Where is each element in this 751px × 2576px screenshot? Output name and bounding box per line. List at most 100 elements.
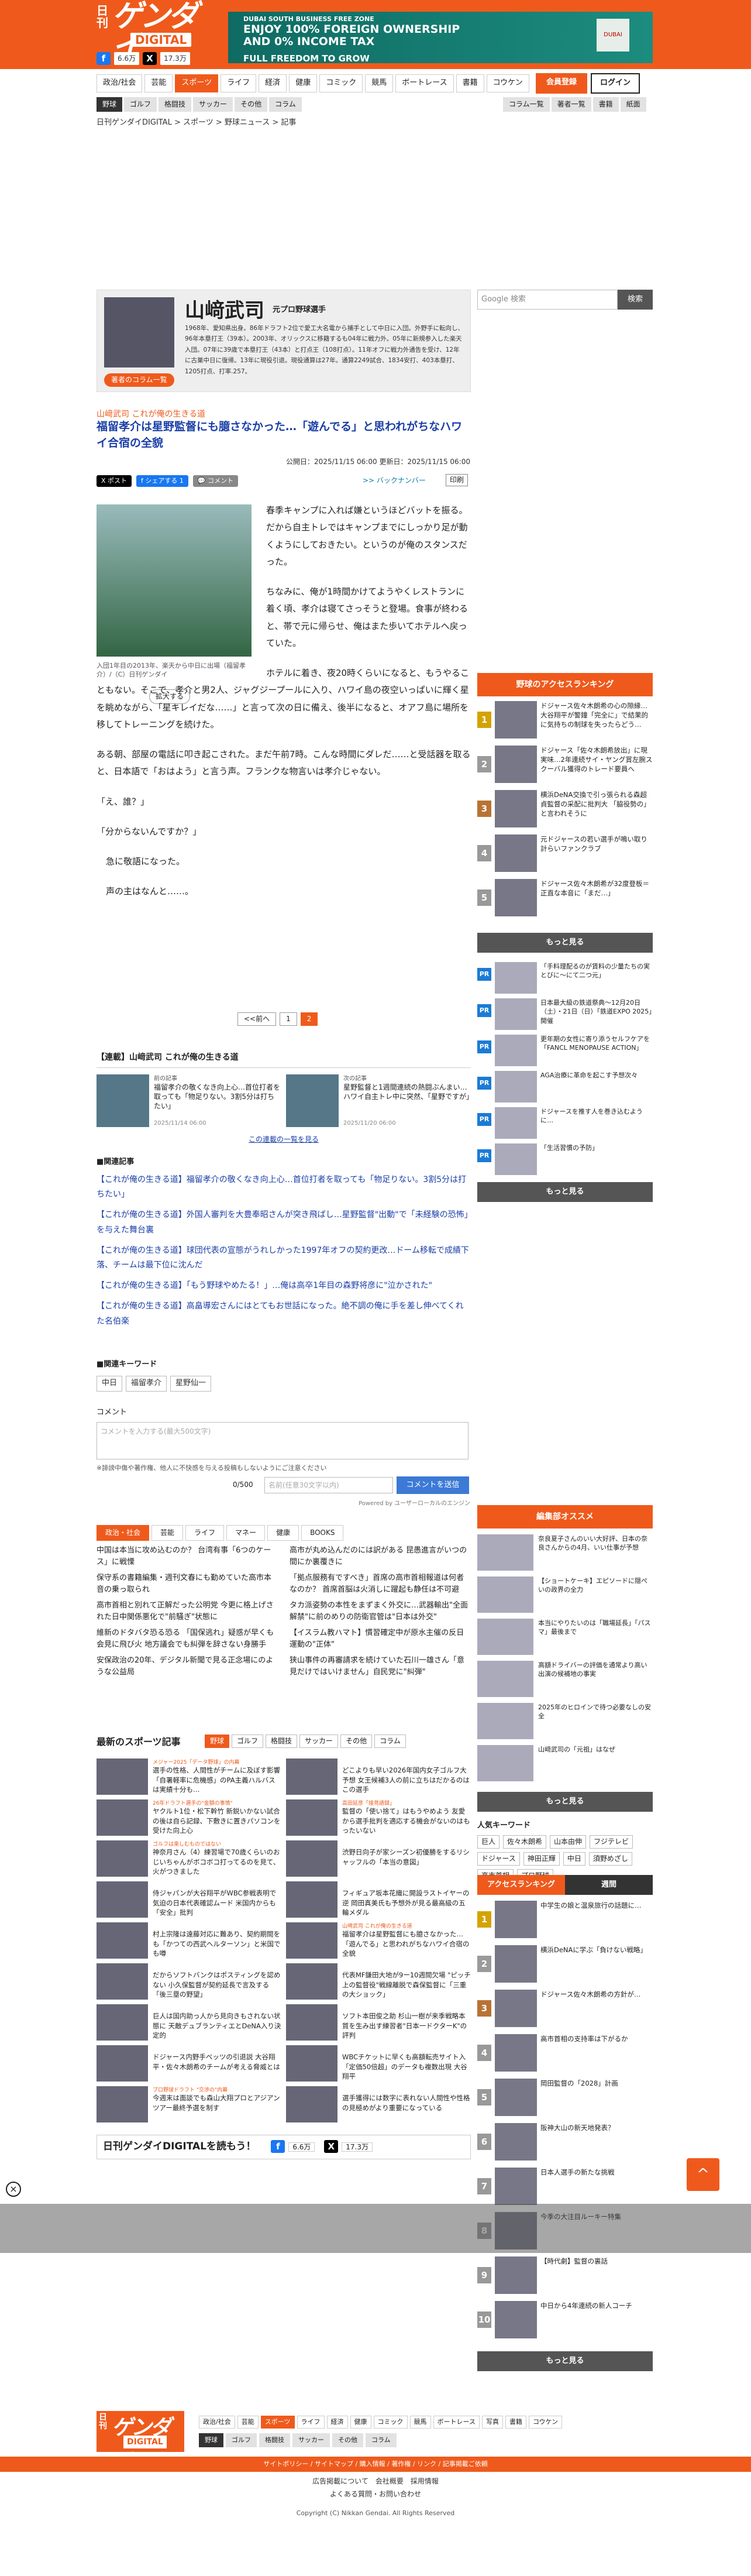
latest-article[interactable]: 26年ドラフト選手の"金額の事情" ヤクルト1位・松下幹竹 新鋭いかない試合の後は… xyxy=(97,1799,281,1838)
latest-article[interactable]: フィギュア坂本花織に開設ラストイヤーの逆 岡田真美氏も予想外が見る最高級の五輪メ… xyxy=(286,1881,471,1920)
nav-entertainment[interactable]: 芸能 xyxy=(144,74,173,92)
ad-banner[interactable]: DUBAI SOUTH BUSINESS FREE ZONE ENJOY 100… xyxy=(228,12,653,63)
latest-article[interactable]: 渋野日向子が家シーズン初優勝をするリシャッフルの「本当の意図」 xyxy=(286,1840,471,1879)
editor-pick-item[interactable]: 高額ドライバーの評価を通常より高い出演の候補地の事実 xyxy=(477,1661,653,1699)
footer-nav-item[interactable]: 経済 xyxy=(326,2416,348,2429)
footer-nav-item[interactable]: ライフ xyxy=(297,2416,325,2429)
keyword-tag[interactable]: 星野仙一 xyxy=(170,1376,212,1392)
category-link[interactable]: 中国は本当に攻め込むのか？ 台湾有事「6つのケース」に戦慄 xyxy=(97,1545,278,1568)
page-1[interactable]: 1 xyxy=(280,1012,297,1026)
site-logo[interactable]: 日刊 ゲンダイ DIGITAL xyxy=(97,1,208,62)
nav-health[interactable]: 健康 xyxy=(289,74,318,92)
latest-article[interactable]: WBCチケットに早くも高額転売サイト入 「定価50倍超」のデータも複数出現 大谷… xyxy=(286,2045,471,2084)
keyword-tag[interactable]: フジテレビ xyxy=(590,1835,633,1849)
nav-boatrace[interactable]: ボートレース xyxy=(395,74,454,92)
category-link[interactable]: 維新のドタバタ恐る恐る 「国保逃れ」疑惑が早くも会見に飛び火 地方議会でも糾弾を… xyxy=(97,1627,278,1650)
subnav-fighting[interactable]: 格闘技 xyxy=(159,97,192,112)
ranking-item[interactable]: 5 ドジャース佐々木朗希が32度登板＝正直な本音に「まだ…」 xyxy=(477,878,653,920)
related-link[interactable]: 【これが俺の生きる道】福留孝介の敬くなき向上心…首位打者を取っても「物足りない。… xyxy=(97,1173,471,1202)
x-icon[interactable]: X xyxy=(143,52,157,65)
paper-link[interactable]: 紙面 xyxy=(620,97,646,112)
nav-economy[interactable]: 経済 xyxy=(259,74,287,92)
cat-tab-politics[interactable]: 政治・社会 xyxy=(97,1525,150,1541)
category-link[interactable]: 【イスラム教ハマト】慣習確定中が原水主催の反日運動の"正体" xyxy=(290,1627,471,1650)
footer-subnav-item[interactable]: 格闘技 xyxy=(259,2433,290,2447)
ranking-item[interactable]: 9 【時代劇】監督の裏話 xyxy=(477,2255,653,2297)
latest-article[interactable]: プロ野球ドラフト "交渉の"内幕 今週末は面談でも森山大翔プロとアジアンツアー最終… xyxy=(97,2086,281,2125)
cat-tab-books[interactable]: BOOKS xyxy=(301,1525,344,1541)
keyword-tag[interactable]: 須野めざし xyxy=(588,1852,632,1866)
page-2[interactable]: 2 xyxy=(300,1012,318,1026)
ranking-item[interactable]: 4 元ドジャースの若い選手が鳴い取り計らいファンクラブ xyxy=(477,833,653,875)
comment-name-input[interactable]: 名前(任意30文字以内) xyxy=(264,1477,393,1493)
latest-article[interactable]: ゴルフは楽しむものではない 神奈月さん（4）練習場で70歳くらいのおじいちゃんがボ… xyxy=(97,1840,281,1879)
pr-item[interactable]: PR 日本最大級の鉄道祭典〜12月20日（土）・21日（日）「鉄道EXPO 202… xyxy=(477,998,653,1033)
latest-article[interactable]: 村上宗隆は遠藤対応に難あり、契約期間をも「かつての西武ヘルターソン」と米国でも噂 xyxy=(97,1922,281,1961)
latest-tab[interactable]: 格闘技 xyxy=(266,1734,298,1749)
footer-subnav-item[interactable]: その他 xyxy=(332,2433,363,2447)
keyword-tag[interactable]: ドジャース xyxy=(477,1852,520,1866)
footer-logo[interactable]: 日刊 ゲンダイ DIGITAL xyxy=(97,2411,184,2474)
latest-article[interactable]: 山﨑武司 これが俺の生きる道 福留孝介は星野監督にも臆さなかった…「遊んでる」と思… xyxy=(286,1922,471,1961)
ranking-item[interactable]: 10 中日から4年連続の新人コーチ xyxy=(477,2300,653,2342)
editor-pick-item[interactable]: 2025年のヒロインで待つ必要なしの安全 xyxy=(477,1703,653,1742)
subnav-soccer[interactable]: サッカー xyxy=(193,97,233,112)
comment-input[interactable]: コメントを入力する(最大500文字) xyxy=(97,1422,468,1459)
editor-pick-item[interactable]: 奈良夏子さんのいい大好評、日本の奈良さんからの4月、いい仕事が予想 xyxy=(477,1534,653,1573)
footer-nav-item[interactable]: 書籍 xyxy=(505,2416,526,2429)
latest-article[interactable]: 選手獲得には数字に表れない人間性や性格の見極めがより重要になっている xyxy=(286,2086,471,2125)
tab-weekly[interactable]: 週間 xyxy=(565,1875,653,1895)
latest-article[interactable]: だからソフトバンクはポスティングを認めない 小久保監督が契約延長で言及する「後三… xyxy=(97,1963,281,2002)
keyword-tag[interactable]: 佐々木朗希 xyxy=(503,1835,547,1849)
pr-item[interactable]: PR 「手料理配るのが賃料の少量たちの実とびに〜にて二つ元」 xyxy=(477,962,653,997)
footer-nav-item[interactable]: 芸能 xyxy=(237,2416,259,2429)
keyword-tag[interactable]: 巨人 xyxy=(477,1835,500,1849)
related-link[interactable]: 【これが俺の生きる道】球団代表の宣態がうれしかった1997年オフの契約更改…ドー… xyxy=(97,1244,471,1273)
nav-comic[interactable]: コミック xyxy=(319,74,363,92)
latest-article[interactable]: ソフト本田俊之助 杉山一樹が来季戦略本質を生み出す練習者"日本一ドクターK"の評… xyxy=(286,2004,471,2043)
latest-article[interactable]: 巨人は国内助っ人から見向きもされない状態に 天敵デュブランティエとDeNA入り決… xyxy=(97,2004,281,2043)
subnav-golf[interactable]: ゴルフ xyxy=(124,97,157,112)
latest-article[interactable]: 代表MF鎌田大地が9ー10週間欠場 "ピッチ上の監督役"戦線離脱で森保監督に「三… xyxy=(286,1963,471,2002)
latest-tab[interactable]: ゴルフ xyxy=(232,1734,264,1749)
footer-nav-item[interactable]: 競馬 xyxy=(409,2416,431,2429)
pr-item[interactable]: PR 「生活習慣の予防」 xyxy=(477,1143,653,1179)
keyword-tag[interactable]: 福留孝介 xyxy=(126,1376,167,1392)
more-button[interactable]: もっと見る xyxy=(477,933,653,953)
subnav-other[interactable]: その他 xyxy=(235,97,268,112)
ranking-item[interactable]: 1 ドジャース佐々木朗希の心の隙縁…大谷翔平が警鐘「完全に」で結果的に気持ちの制球… xyxy=(477,700,653,742)
ranking-item[interactable]: 3 横浜DeNA交換で引っ張られる森超貞監督の采配に批判大 「脇役勢の」と言われそ… xyxy=(477,789,653,831)
latest-article[interactable]: ドジャース内野手ベッツの引退説 大谷翔平・佐々木朗希のチームが考える脅威とは xyxy=(97,2045,281,2084)
footer-subnav-item[interactable]: サッカー xyxy=(292,2433,330,2447)
books-link[interactable]: 書籍 xyxy=(592,97,619,112)
category-link[interactable]: 高市が丸め込んだのには訳がある 昆愚進言がいつの間にか裏覆きに xyxy=(290,1545,471,1568)
ranking-item[interactable]: 7 日本人選手の新たな挑戦 xyxy=(477,2166,653,2209)
cat-tab-money[interactable]: マネー xyxy=(226,1525,266,1541)
footer-subnav-item[interactable]: 野球 xyxy=(199,2433,223,2447)
footer-nav-item[interactable]: スポーツ xyxy=(260,2416,295,2429)
series-prev[interactable]: 前の記事 福留孝介の敬くなき向上心…首位打者を取っても「物足りない。3割5分は打… xyxy=(97,1074,281,1127)
member-register-button[interactable]: 会員登録 xyxy=(536,73,588,94)
comment-button[interactable]: 💬 コメント xyxy=(192,475,239,487)
ranking-item[interactable]: 2 ドジャース「佐々木朗希放出」に現実味…2年連続サイ・ヤング賞左腕スクーバル獲得… xyxy=(477,744,653,786)
pr-item[interactable]: PR AGA治療に革命を起こす予想次々 xyxy=(477,1071,653,1106)
cat-tab-health[interactable]: 健康 xyxy=(267,1525,299,1541)
x-icon[interactable]: X xyxy=(324,2140,339,2153)
more-button[interactable]: もっと見る xyxy=(477,1792,653,1812)
latest-article[interactable]: メジャー2025「データ野球」の内幕 選手の性格、人間性がチームに及ぼす影響「自署… xyxy=(97,1758,281,1797)
footer-nav-item[interactable]: ボートレース xyxy=(433,2416,480,2429)
latest-tab[interactable]: コラム xyxy=(374,1734,406,1749)
author-list-link[interactable]: 著者一覧 xyxy=(551,97,591,112)
back-to-top-button[interactable]: ^ xyxy=(687,2158,719,2191)
latest-tab[interactable]: その他 xyxy=(340,1734,373,1749)
category-link[interactable]: 保守系の書籍編集・週刊文春にも勤めていた高市本音の乗っ取られ xyxy=(97,1572,278,1595)
nav-sports[interactable]: スポーツ xyxy=(175,74,219,92)
more-button[interactable]: もっと見る xyxy=(477,1182,653,1202)
pr-item[interactable]: PR 更年期の女性に寄り添うセルフケアを「FANCL MENOPAUSE ACTI… xyxy=(477,1035,653,1070)
close-icon[interactable]: × xyxy=(6,2182,21,2197)
breadcrumb[interactable]: 日刊ゲンダイDIGITAL > スポーツ > 野球ニュース > 記事 xyxy=(97,117,296,129)
related-link[interactable]: 【これが俺の生きる道】「もう野球やめたる！」…俺は高卒1年目の森野将彦に"泣かさ… xyxy=(97,1279,471,1293)
latest-article[interactable]: 侍ジャパンが大谷翔平がWBC参戦表明で気迫の日本代表確認ムード 米国内からも「安… xyxy=(97,1881,281,1920)
ranking-item[interactable]: 5 岡田監督の「2028」計画 xyxy=(477,2077,653,2120)
latest-article[interactable]: どこよりも早い2026年国内女子ゴルフ大予想 女王候補3人の前に立ちはだかるのは… xyxy=(286,1758,471,1797)
